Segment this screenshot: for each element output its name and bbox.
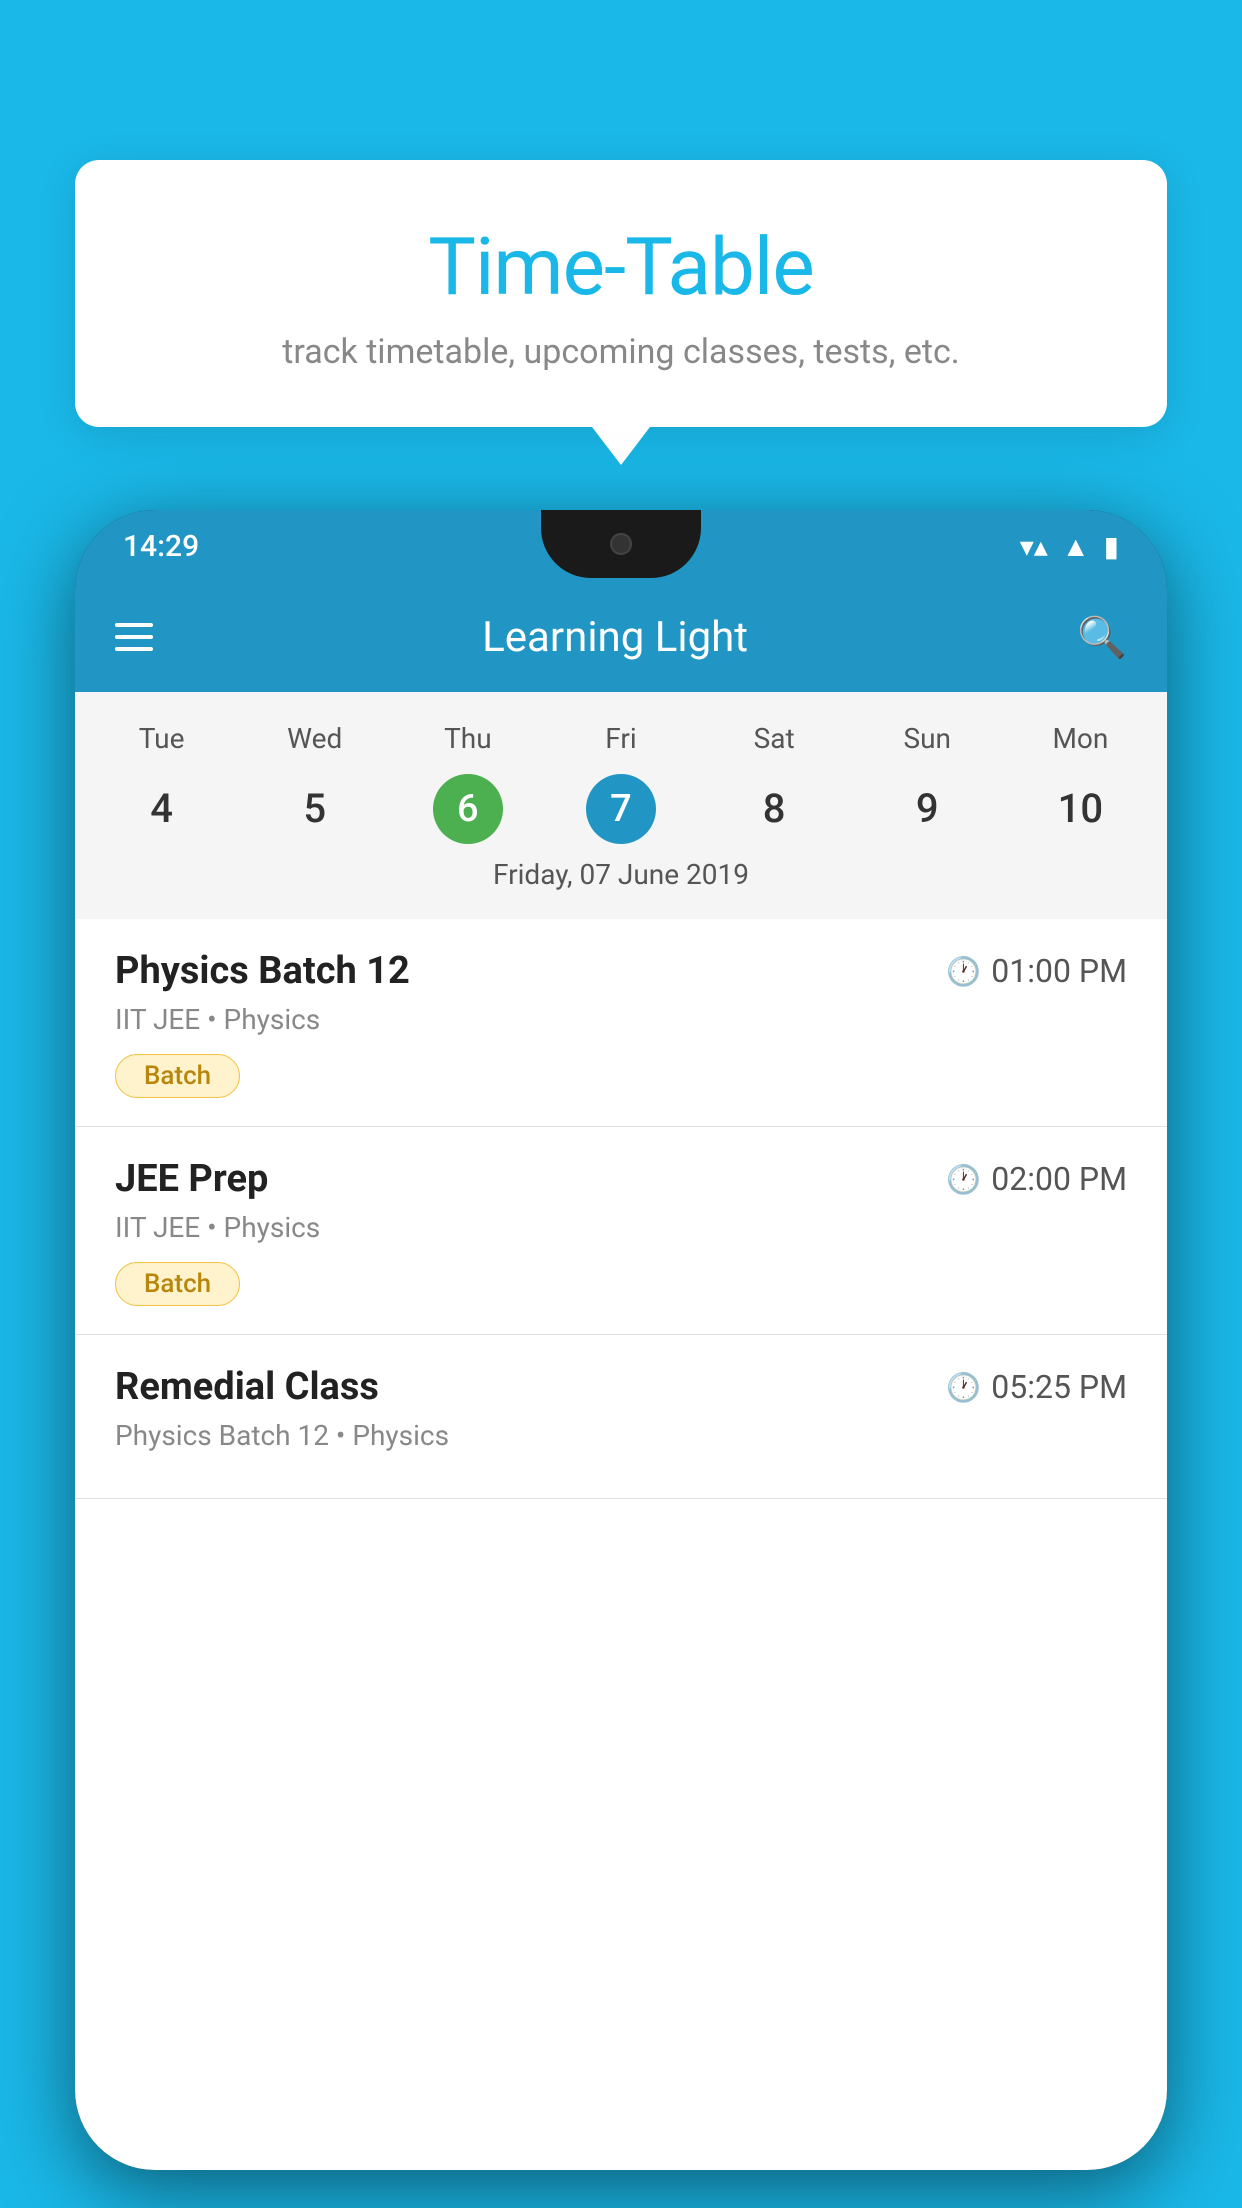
item-2-badge: Batch — [115, 1262, 240, 1306]
phone-wrapper: 14:29 ▾▴ ▲ ▮ Learning Light 🔍 — [75, 510, 1167, 2208]
signal-icon: ▲ — [1062, 530, 1090, 563]
schedule-item-2[interactable]: JEE Prep 🕐 02:00 PM IIT JEE • Physics Ba… — [75, 1127, 1167, 1335]
item-1-title: Physics Batch 12 — [115, 949, 410, 993]
day-header-mon: Mon — [1004, 712, 1157, 765]
status-icons: ▾▴ ▲ ▮ — [1020, 530, 1119, 563]
item-2-header: JEE Prep 🕐 02:00 PM — [115, 1157, 1127, 1201]
clock-icon-2: 🕐 — [946, 1163, 981, 1196]
day-5[interactable]: 5 — [238, 773, 391, 844]
day-headers: Tue Wed Thu Fri Sat Sun Mon — [75, 712, 1167, 765]
phone-frame: 14:29 ▾▴ ▲ ▮ Learning Light 🔍 — [75, 510, 1167, 2170]
notch — [541, 510, 701, 578]
day-header-sun: Sun — [851, 712, 1004, 765]
wifi-icon: ▾▴ — [1020, 530, 1048, 563]
menu-icon[interactable] — [115, 623, 153, 651]
item-3-subtitle: Physics Batch 12 • Physics — [115, 1419, 1127, 1452]
day-header-fri: Fri — [544, 712, 697, 765]
item-1-time: 🕐 01:00 PM — [946, 952, 1127, 990]
day-7-selected[interactable]: 7 — [586, 774, 656, 844]
day-header-wed: Wed — [238, 712, 391, 765]
schedule-item-1[interactable]: Physics Batch 12 🕐 01:00 PM IIT JEE • Ph… — [75, 919, 1167, 1127]
tooltip-card: Time-Table track timetable, upcoming cla… — [75, 160, 1167, 427]
item-3-time: 🕐 05:25 PM — [946, 1368, 1127, 1406]
battery-icon: ▮ — [1104, 530, 1119, 563]
item-2-time: 🕐 02:00 PM — [946, 1160, 1127, 1198]
clock-icon-1: 🕐 — [946, 955, 981, 988]
day-header-sat: Sat — [698, 712, 851, 765]
item-2-title: JEE Prep — [115, 1157, 268, 1201]
schedule-list: Physics Batch 12 🕐 01:00 PM IIT JEE • Ph… — [75, 919, 1167, 2170]
day-4[interactable]: 4 — [85, 773, 238, 844]
item-1-subtitle: IIT JEE • Physics — [115, 1003, 1127, 1036]
item-1-badge: Batch — [115, 1054, 240, 1098]
item-1-header: Physics Batch 12 🕐 01:00 PM — [115, 949, 1127, 993]
day-header-thu: Thu — [391, 712, 544, 765]
tooltip-subtitle: track timetable, upcoming classes, tests… — [125, 332, 1117, 372]
day-header-tue: Tue — [85, 712, 238, 765]
clock-icon-3: 🕐 — [946, 1371, 981, 1404]
day-10[interactable]: 10 — [1004, 773, 1157, 844]
day-9[interactable]: 9 — [851, 773, 1004, 844]
page-background: Time-Table track timetable, upcoming cla… — [0, 0, 1242, 2208]
schedule-item-3[interactable]: Remedial Class 🕐 05:25 PM Physics Batch … — [75, 1335, 1167, 1499]
app-bar: Learning Light 🔍 — [75, 582, 1167, 692]
day-8[interactable]: 8 — [698, 773, 851, 844]
camera — [610, 533, 632, 555]
calendar-strip: Tue Wed Thu Fri Sat Sun Mon 4 5 6 7 8 9 … — [75, 692, 1167, 919]
day-6-today[interactable]: 6 — [433, 774, 503, 844]
item-3-header: Remedial Class 🕐 05:25 PM — [115, 1365, 1127, 1409]
tooltip-title: Time-Table — [125, 220, 1117, 314]
search-icon[interactable]: 🔍 — [1077, 614, 1127, 661]
app-title: Learning Light — [185, 613, 1045, 662]
item-3-title: Remedial Class — [115, 1365, 379, 1409]
item-2-subtitle: IIT JEE • Physics — [115, 1211, 1127, 1244]
day-numbers: 4 5 6 7 8 9 10 — [75, 773, 1167, 844]
status-time: 14:29 — [123, 529, 199, 564]
selected-date: Friday, 07 June 2019 — [75, 844, 1167, 909]
